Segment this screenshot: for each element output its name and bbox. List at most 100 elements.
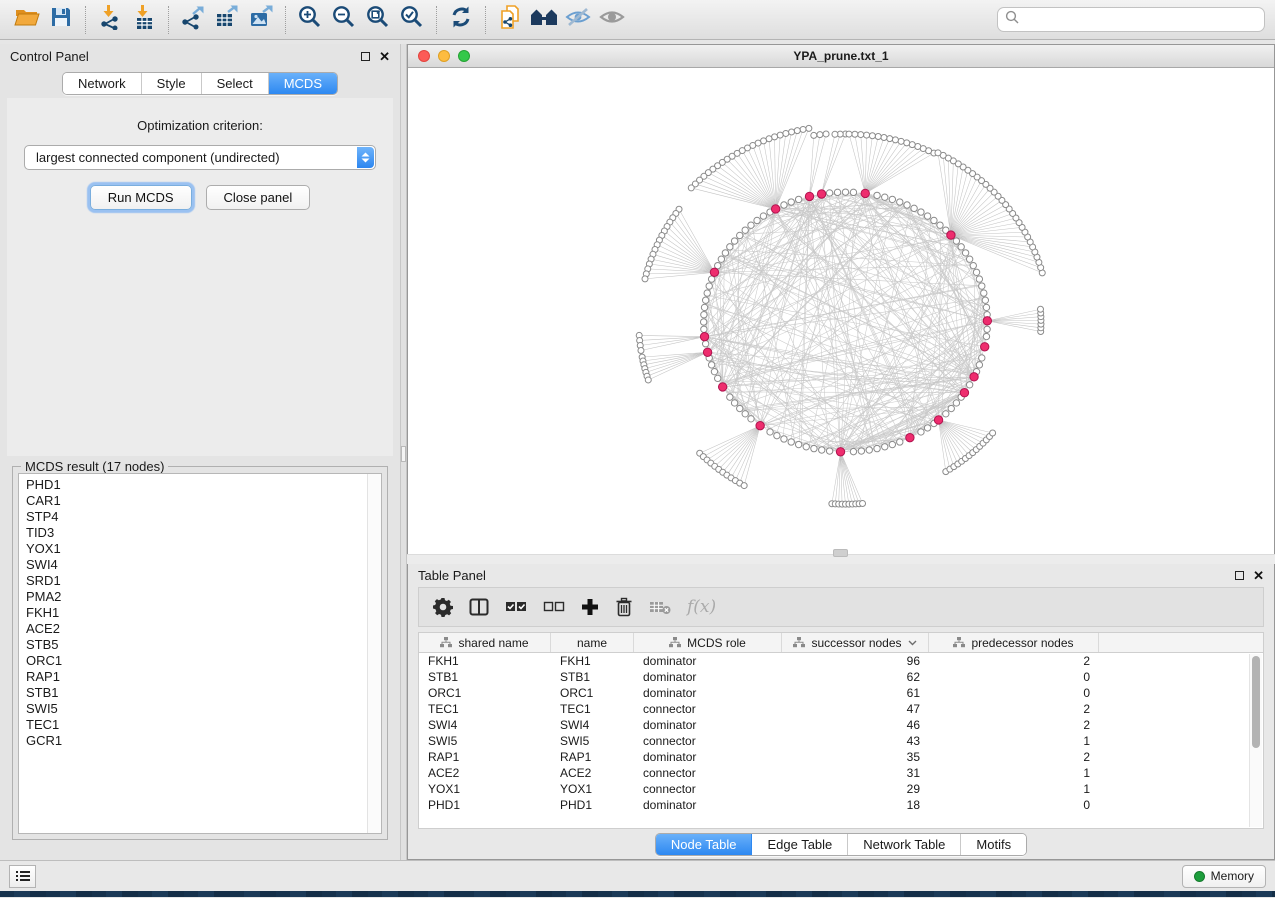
table-row[interactable]: PHD1 PHD1 dominator 18 0 [419,797,1263,813]
toolbar-separator [485,6,486,34]
import-table-button[interactable] [127,4,161,36]
search-input[interactable] [1024,12,1257,28]
scrollbar-thumb[interactable] [1252,656,1260,748]
select-all-icon[interactable] [505,599,527,615]
zoom-selected-button[interactable] [395,4,429,36]
import-network-button[interactable] [93,4,127,36]
run-mcds-button[interactable]: Run MCDS [90,185,192,210]
export-network-button[interactable] [176,4,210,36]
network-view-window: YPA_prune.txt_1 [407,44,1275,554]
hide-selected-button[interactable] [561,4,595,36]
mcds-result-item[interactable]: YOX1 [26,541,365,557]
search-field[interactable] [997,7,1265,32]
vertical-splitter[interactable] [400,44,407,860]
table-row[interactable]: SWI4 SWI4 dominator 46 2 [419,717,1263,733]
table-row[interactable]: TEC1 TEC1 connector 47 2 [419,701,1263,717]
column-layout-icon[interactable] [469,597,489,617]
mcds-result-item[interactable]: FKH1 [26,605,365,621]
mcds-result-item[interactable]: GCR1 [26,733,365,749]
table-row[interactable]: RAP1 RAP1 dominator 35 2 [419,749,1263,765]
zoom-fit-button[interactable] [361,4,395,36]
table-row[interactable]: ACE2 ACE2 connector 31 1 [419,765,1263,781]
delete-icon[interactable] [615,597,633,617]
table-row[interactable]: FKH1 FKH1 dominator 96 2 [419,653,1263,669]
mcds-result-item[interactable]: PHD1 [26,477,365,493]
table-row[interactable]: ORC1 ORC1 dominator 61 0 [419,685,1263,701]
column-header-name[interactable]: name [551,633,634,652]
splitter-grip[interactable] [401,446,406,462]
mcds-result-item[interactable]: TID3 [26,525,365,541]
open-button[interactable] [10,4,44,36]
column-header-shared-name[interactable]: shared name [419,633,551,652]
close-panel-icon[interactable]: ✕ [1253,569,1264,582]
column-header-successor-nodes[interactable]: successor nodes [782,633,929,652]
maximize-window-icon[interactable] [458,50,470,62]
control-panel-tab[interactable]: Style [142,73,202,94]
mcds-result-item[interactable]: PMA2 [26,589,365,605]
copy-network-button[interactable] [493,4,527,36]
float-panel-icon[interactable] [361,52,370,61]
table-tab[interactable]: Motifs [961,834,1026,855]
optimization-criterion-label: Optimization criterion: [7,118,393,133]
table-tab[interactable]: Network Table [848,834,961,855]
export-table-button[interactable] [210,4,244,36]
mcds-result-item[interactable]: TEC1 [26,717,365,733]
control-panel-tab[interactable]: Network [63,73,142,94]
zoom-out-button[interactable] [327,4,361,36]
open-folder-icon [14,5,40,34]
mcds-result-item[interactable]: STB5 [26,637,365,653]
table-row[interactable]: STB1 STB1 dominator 62 0 [419,669,1263,685]
network-view-titlebar[interactable]: YPA_prune.txt_1 [408,45,1274,68]
mcds-result-item[interactable]: SRD1 [26,573,365,589]
control-panel-tab[interactable]: Select [202,73,269,94]
delete-table-icon [649,599,671,615]
mcds-result-item[interactable]: ACE2 [26,621,365,637]
mcds-result-item[interactable]: ORC1 [26,653,365,669]
network-canvas[interactable] [408,68,1274,554]
mcds-result-list[interactable]: PHD1CAR1STP4TID3YOX1SWI4SRD1PMA2FKH1ACE2… [18,473,382,834]
control-panel-title: Control Panel [10,49,89,64]
float-panel-icon[interactable] [1235,571,1244,580]
deselect-all-icon[interactable] [543,599,565,615]
close-panel-button[interactable]: Close panel [206,185,311,210]
mcds-result-item[interactable]: RAP1 [26,669,365,685]
memory-button[interactable]: Memory [1182,865,1266,888]
status-bar: Memory [0,860,1275,891]
list-scrollbar[interactable] [367,474,381,833]
sort-chevron-icon [908,640,917,646]
copy-network-icon [497,4,523,35]
splitter-grip[interactable] [833,549,848,557]
column-header-mcds-role[interactable]: MCDS role [634,633,782,652]
add-icon[interactable] [581,598,599,616]
mcds-result-item[interactable]: CAR1 [26,493,365,509]
table-tab[interactable]: Node Table [656,834,753,855]
show-all-button[interactable] [595,4,629,36]
horizontal-splitter[interactable] [407,554,1275,564]
close-window-icon[interactable] [418,50,430,62]
task-history-button[interactable] [9,865,36,888]
table-row[interactable]: YOX1 YOX1 connector 29 1 [419,781,1263,797]
mcds-result-item[interactable]: SWI4 [26,557,365,573]
dropdown-stepper-icon [357,147,374,168]
mcds-tab-content: Optimization criterion: largest connecte… [7,98,393,456]
minimize-window-icon[interactable] [438,50,450,62]
export-network-icon [180,4,206,35]
table-header: shared name name MCDS role successor nod… [419,633,1263,653]
column-header-predecessor-nodes[interactable]: predecessor nodes [929,633,1099,652]
table-tab[interactable]: Edge Table [752,834,848,855]
mcds-result-item[interactable]: STB1 [26,685,365,701]
export-image-button[interactable] [244,4,278,36]
column-type-icon [669,637,681,648]
refresh-button[interactable] [444,4,478,36]
gear-icon[interactable] [433,597,453,617]
table-row[interactable]: SWI5 SWI5 connector 43 1 [419,733,1263,749]
criterion-dropdown[interactable]: largest connected component (undirected) [24,145,376,170]
first-neighbors-button[interactable] [527,4,561,36]
mcds-result-item[interactable]: STP4 [26,509,365,525]
close-panel-icon[interactable]: ✕ [379,50,390,63]
zoom-in-button[interactable] [293,4,327,36]
control-panel-tab[interactable]: MCDS [269,73,337,94]
table-scrollbar[interactable] [1249,654,1262,827]
mcds-result-item[interactable]: SWI5 [26,701,365,717]
save-button[interactable] [44,4,78,36]
